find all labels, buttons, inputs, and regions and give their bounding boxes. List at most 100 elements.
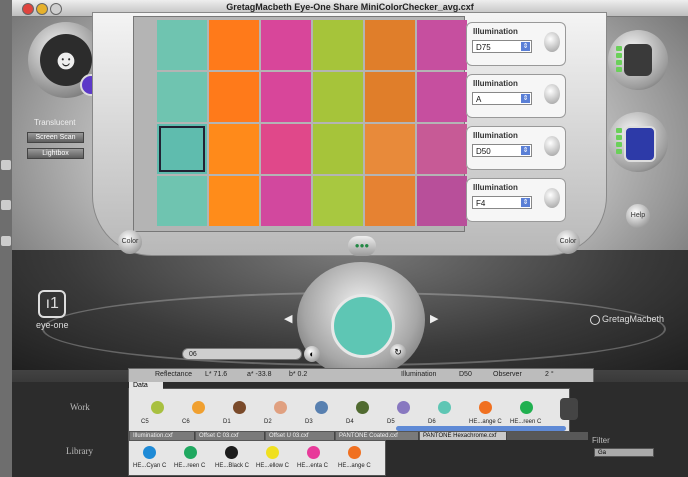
library-swatch-label: HE...reen C	[174, 463, 206, 469]
color-patch[interactable]	[157, 20, 207, 70]
illumination-label: Illumination	[473, 27, 518, 36]
illumination-value: D75	[476, 43, 491, 52]
color-patch[interactable]	[261, 124, 311, 174]
tab-data[interactable]: Data	[129, 382, 163, 390]
work-swatch[interactable]	[192, 401, 205, 414]
color-patch[interactable]	[365, 20, 415, 70]
color-patch[interactable]	[417, 124, 467, 174]
color-patch[interactable]	[209, 20, 259, 70]
bulb-icon[interactable]	[544, 188, 560, 208]
illumination-select[interactable]: F4 ⇕	[472, 196, 532, 209]
sample-name-field[interactable]: 06	[182, 348, 302, 360]
work-swatch[interactable]	[479, 401, 492, 414]
lightbox-button[interactable]: Lightbox	[27, 148, 84, 159]
library-strip: HE...Cyan C HE...reen C HE...Black C HE...e…	[128, 440, 386, 476]
spectrophotometer-icon	[624, 44, 652, 76]
background-window-strip	[0, 0, 12, 477]
library-tab[interactable]: Illumination.cxf	[130, 432, 195, 440]
color-patch[interactable]	[365, 124, 415, 174]
illumination-label: Illumination	[473, 131, 518, 140]
color-patch[interactable]	[209, 176, 259, 226]
color-patch[interactable]	[157, 72, 207, 122]
library-swatch-label: HE...Cyan C	[133, 463, 167, 469]
work-swatch-label: HE...reen C	[510, 419, 542, 425]
work-swatch-label: D3	[305, 419, 313, 425]
color-patch[interactable]	[261, 176, 311, 226]
library-swatch[interactable]	[225, 446, 238, 459]
color-patch[interactable]	[365, 176, 415, 226]
color-patch[interactable]	[261, 20, 311, 70]
library-swatch[interactable]	[348, 446, 361, 459]
work-swatch[interactable]	[520, 401, 533, 414]
color-patch[interactable]	[365, 72, 415, 122]
illumination-label: Illumination	[473, 79, 518, 88]
color-patch[interactable]	[313, 20, 363, 70]
illumination-panel: Illumination A ⇕	[466, 74, 566, 118]
work-swatch[interactable]	[356, 401, 369, 414]
eye-one-brand-icon: ı1	[38, 290, 67, 318]
eye-one-logo: ı1 eye-one	[36, 290, 69, 330]
work-swatch[interactable]	[397, 401, 410, 414]
bulb-icon[interactable]	[544, 84, 560, 104]
a-value: a* -33.8	[247, 371, 272, 378]
library-swatch-label: HE...ange C	[338, 463, 371, 469]
color-patch[interactable]	[261, 72, 311, 122]
work-swatch[interactable]	[315, 401, 328, 414]
background-icon	[1, 200, 11, 210]
bulb-icon[interactable]	[544, 136, 560, 156]
color-patch[interactable]	[417, 176, 467, 226]
measure-button[interactable]: ◐	[304, 346, 320, 362]
work-swatch-label: D5	[387, 419, 395, 425]
library-swatch[interactable]	[184, 446, 197, 459]
screen-scan-button[interactable]: Screen Scan	[27, 132, 84, 143]
previous-sample-arrow-icon[interactable]: ◀	[284, 312, 292, 325]
bulb-icon[interactable]	[544, 32, 560, 52]
library-tab[interactable]: Offset U 03.cxf	[266, 432, 335, 440]
brand-dot-icon	[590, 314, 600, 325]
device-measure-button[interactable]	[608, 30, 668, 90]
dropdown-arrow-icon: ⇕	[521, 146, 530, 155]
color-patch[interactable]	[313, 72, 363, 122]
color-patch[interactable]	[157, 176, 207, 226]
work-swatch[interactable]	[233, 401, 246, 414]
work-scrollbar[interactable]	[396, 426, 566, 431]
color-patch[interactable]	[209, 124, 259, 174]
dropdown-arrow-icon: ⇕	[521, 94, 530, 103]
refresh-icon[interactable]: ↻	[390, 344, 406, 360]
color-button-right[interactable]: Color	[556, 230, 580, 254]
monitor-device-button[interactable]	[608, 112, 668, 172]
work-swatch-label: D1	[223, 419, 231, 425]
observer-label: Observer	[493, 371, 522, 378]
work-label: Work	[70, 402, 90, 412]
next-sample-arrow-icon[interactable]: ▶	[430, 312, 438, 325]
illumination-panel: Illumination F4 ⇕	[466, 178, 566, 222]
work-swatch[interactable]	[274, 401, 287, 414]
color-patch[interactable]	[157, 124, 207, 174]
color-button-left[interactable]: Color	[118, 230, 142, 254]
work-swatch-label: C6	[182, 419, 190, 425]
color-patch[interactable]	[209, 72, 259, 122]
dropdown-arrow-icon: ⇕	[521, 198, 530, 207]
gretagmacbeth-text: GretagMacbeth	[602, 314, 665, 324]
filter-input[interactable]: Ga	[594, 448, 654, 457]
library-tab[interactable]: PANTONE Coated.cxf	[336, 432, 419, 440]
library-swatch[interactable]	[307, 446, 320, 459]
color-patch[interactable]	[313, 176, 363, 226]
grid-nav-button[interactable]: ●●●	[348, 236, 376, 256]
library-tab[interactable]: Offset C 03.cxf	[196, 432, 265, 440]
color-patch[interactable]	[417, 20, 467, 70]
library-swatch[interactable]	[266, 446, 279, 459]
library-swatch[interactable]	[143, 446, 156, 459]
color-patch[interactable]	[417, 72, 467, 122]
help-button[interactable]: Help	[626, 204, 650, 228]
color-patch[interactable]	[313, 124, 363, 174]
library-tab[interactable]: PANTONE Hexachrome.cxf	[420, 432, 507, 440]
illumination-select[interactable]: D75 ⇕	[472, 40, 532, 53]
illumination-value: D50	[476, 147, 491, 156]
work-swatch[interactable]	[151, 401, 164, 414]
work-swatch-label: C5	[141, 419, 149, 425]
eye-one-text: eye-one	[36, 320, 69, 330]
work-swatch[interactable]	[438, 401, 451, 414]
illumination-select[interactable]: A ⇕	[472, 92, 532, 105]
illumination-select[interactable]: D50 ⇕	[472, 144, 532, 157]
